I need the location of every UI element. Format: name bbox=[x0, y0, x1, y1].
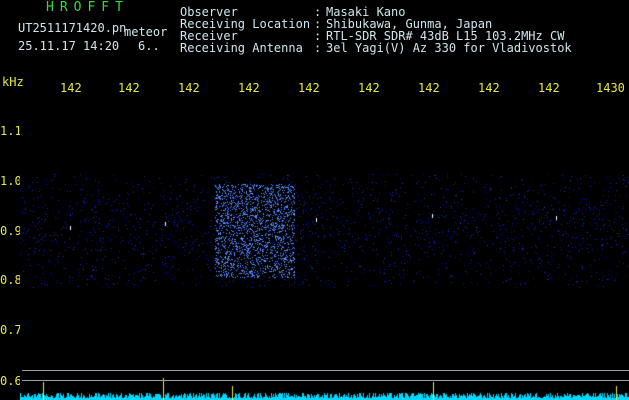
spectrogram-window: HROFFT UT2511171420.pn meteor 25.11.17 1… bbox=[0, 0, 629, 400]
time-tick: 142 bbox=[178, 81, 200, 95]
app-title: HROFFT bbox=[46, 0, 129, 15]
file-name: UT2511171420.pn bbox=[18, 21, 127, 35]
time-tick: 142 bbox=[118, 81, 140, 95]
mode-label: meteor bbox=[124, 25, 168, 39]
time-tick: 142 bbox=[238, 81, 260, 95]
y-tick: 0.7 bbox=[0, 323, 22, 337]
info-label-antenna: Receiving Antenna bbox=[180, 41, 303, 55]
y-tick: 0.6 bbox=[0, 374, 22, 388]
timestamp: 25.11.17 14:20 bbox=[18, 39, 120, 53]
y-tick: 0.8 bbox=[0, 273, 22, 287]
time-tick: 142 bbox=[478, 81, 500, 95]
time-tick: 1430 bbox=[596, 81, 625, 95]
y-tick: 1.0 bbox=[0, 174, 22, 188]
time-tick: 142 bbox=[358, 81, 380, 95]
y-axis-unit: kHz bbox=[2, 75, 24, 89]
time-tick: 142 bbox=[538, 81, 560, 95]
waterfall-display[interactable] bbox=[20, 96, 629, 400]
reference-line bbox=[22, 380, 629, 381]
y-tick: 0.9 bbox=[0, 224, 22, 238]
time-tick: 142 bbox=[298, 81, 320, 95]
time-tick: 142 bbox=[418, 81, 440, 95]
counter: 6.. bbox=[138, 39, 160, 53]
y-tick: 1.1 bbox=[0, 124, 22, 138]
time-tick: 142 bbox=[60, 81, 82, 95]
info-value-antenna: 3el Yagi(V) Az 330 for Vladivostok bbox=[326, 41, 572, 55]
info-separator: : bbox=[314, 41, 322, 55]
reference-line bbox=[22, 370, 629, 371]
